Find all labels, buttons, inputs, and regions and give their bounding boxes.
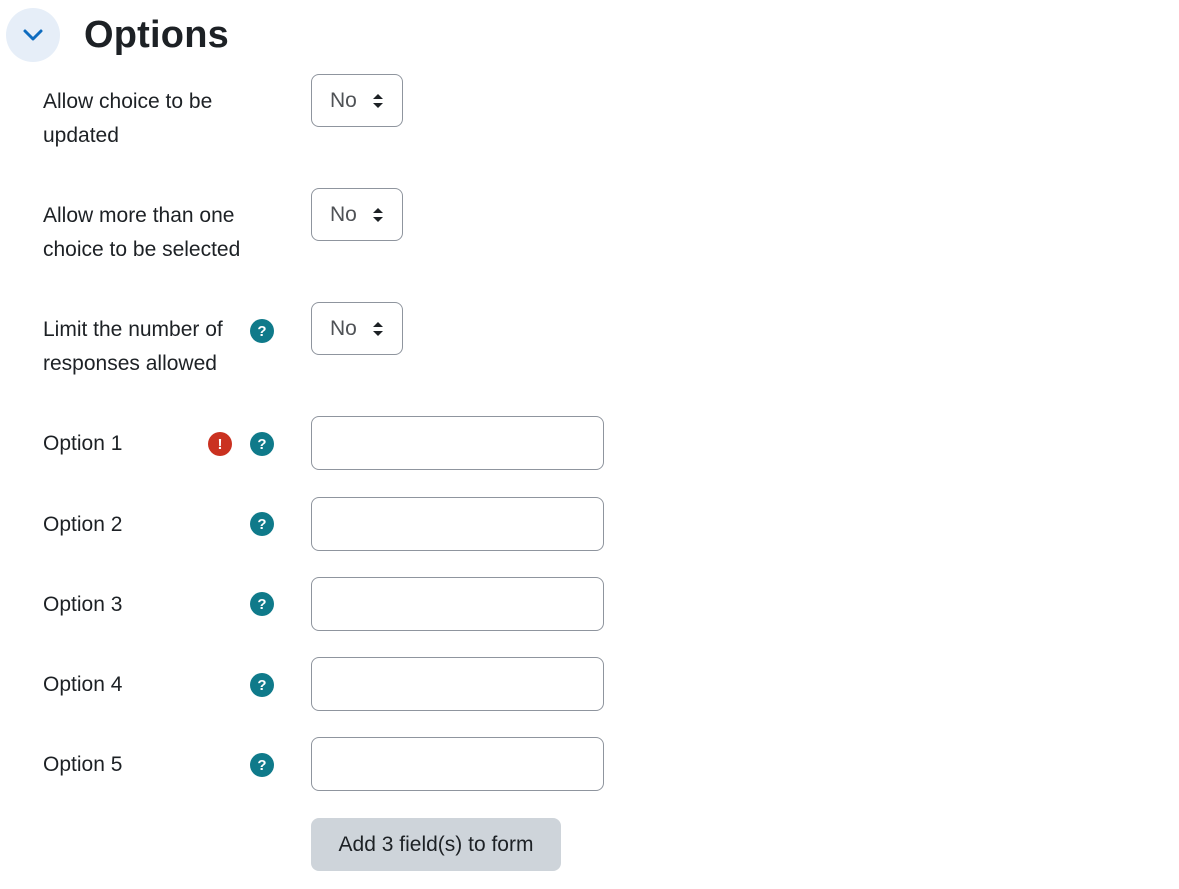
help-icon[interactable]: ?: [250, 319, 274, 343]
option-row-5: Option 5 ?: [43, 737, 643, 793]
help-icon[interactable]: ?: [250, 673, 274, 697]
option-label: Option 5: [43, 753, 123, 776]
option-label: Option 1: [43, 432, 123, 455]
option-row-3: Option 3 ?: [43, 577, 643, 633]
setting-label: Allow choice to be updated: [43, 90, 213, 147]
help-icon[interactable]: ?: [250, 592, 274, 616]
select-value: No: [330, 202, 357, 226]
option-row-1: Option 1 ! ?: [43, 416, 643, 472]
option-label: Option 4: [43, 673, 123, 696]
limit-responses-select[interactable]: No: [311, 302, 403, 355]
select-arrows-icon: [373, 322, 383, 336]
select-arrows-icon: [373, 94, 383, 108]
allow-multiple-select[interactable]: No: [311, 188, 403, 241]
chevron-down-icon: [23, 29, 43, 41]
option-row-2: Option 2 ?: [43, 497, 643, 553]
error-icon: !: [208, 432, 232, 456]
option-2-input[interactable]: [311, 497, 604, 551]
help-icon[interactable]: ?: [250, 512, 274, 536]
option-1-input[interactable]: [311, 416, 604, 470]
add-fields-button[interactable]: Add 3 field(s) to form: [311, 818, 561, 871]
select-value: No: [330, 316, 357, 340]
option-5-input[interactable]: [311, 737, 604, 791]
select-value: No: [330, 88, 357, 112]
option-row-4: Option 4 ?: [43, 657, 643, 713]
help-icon[interactable]: ?: [250, 432, 274, 456]
setting-row-allow-multiple: Allow more than one choice to be selecte…: [43, 188, 643, 261]
section-title: Options: [84, 13, 229, 56]
options-section: Options Allow choice to be updated No Al…: [0, 0, 1179, 889]
option-4-input[interactable]: [311, 657, 604, 711]
setting-label: Allow more than one choice to be selecte…: [43, 204, 241, 261]
setting-row-limit-responses: Limit the number of responses allowed ? …: [43, 302, 643, 375]
setting-label: Limit the number of responses allowed: [43, 318, 223, 375]
option-3-input[interactable]: [311, 577, 604, 631]
collapse-toggle-button[interactable]: [6, 8, 60, 62]
option-label: Option 2: [43, 513, 123, 536]
select-arrows-icon: [373, 208, 383, 222]
setting-row-allow-update: Allow choice to be updated No: [43, 74, 643, 147]
help-icon[interactable]: ?: [250, 753, 274, 777]
section-header: Options: [6, 8, 229, 62]
option-label: Option 3: [43, 593, 123, 616]
allow-update-select[interactable]: No: [311, 74, 403, 127]
